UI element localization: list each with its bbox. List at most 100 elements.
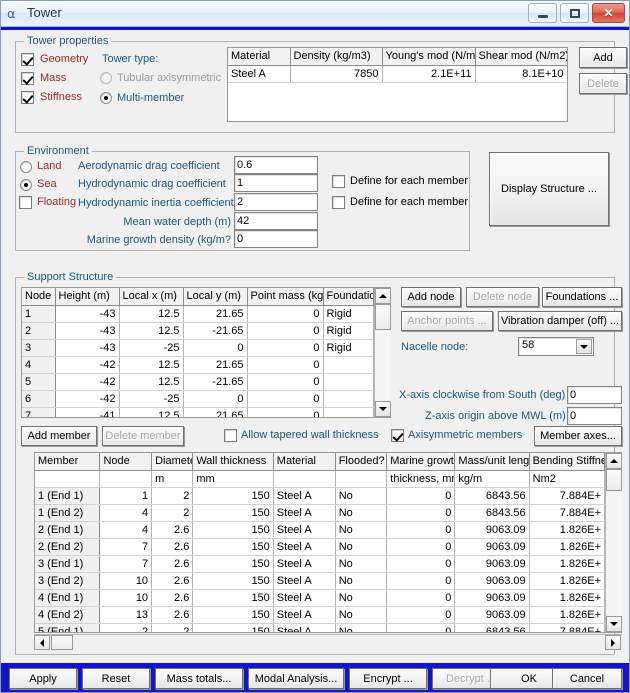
table-cell: 7.884E+: [529, 623, 606, 632]
radio-sea[interactable]: [20, 179, 32, 191]
z-axis-label: Z-axis origin above MWL (m): [425, 410, 566, 422]
display-structure-button[interactable]: Display Structure ...: [489, 152, 609, 226]
table-cell: 1.826E+: [529, 555, 606, 573]
member-table-vscrollbar[interactable]: [605, 453, 622, 632]
z-axis-input[interactable]: 0: [567, 407, 622, 425]
table-row[interactable]: 3 -43 -25 0 0 Rigid: [22, 339, 374, 357]
checkbox-mass[interactable]: [21, 72, 34, 85]
table-cell: 150: [192, 504, 274, 522]
anchor-points-button[interactable]: Anchor points ...: [401, 311, 493, 331]
table-row[interactable]: 4 (End 2) 13 2.6 150 Steel A No 0 9063.09 1.826E…: [35, 606, 606, 624]
member-scroll-thumb[interactable]: [606, 469, 622, 491]
input-hydrodynamic-inertia[interactable]: 2: [234, 193, 318, 211]
delete-member-button[interactable]: Delete member: [102, 426, 184, 446]
table-row[interactable]: 1 (End 1) 1 2 150 Steel A No 0 6843.56 7.884E+: [35, 487, 606, 505]
table-row[interactable]: 3 (End 2) 10 2.6 150 Steel A No 0 9063.09 1.826E…: [35, 572, 606, 590]
radio-land[interactable]: [20, 161, 32, 173]
table-row[interactable]: 7 -41 12.5 21.65 0: [22, 407, 374, 417]
input-mean-water-depth[interactable]: 42: [234, 212, 318, 230]
checkbox-define-each-member-drag[interactable]: [332, 175, 345, 188]
label-geometry: Geometry: [40, 53, 89, 65]
node-scroll-down-button[interactable]: [375, 401, 391, 417]
member-scroll-up-button[interactable]: [606, 453, 622, 469]
node-scroll-up-button[interactable]: [375, 288, 391, 304]
table-cell: 1 (End 2): [35, 504, 101, 522]
x-axis-input[interactable]: 0: [567, 386, 622, 404]
checkbox-allow-tapered-wall-thickness[interactable]: [224, 429, 237, 442]
checkbox-define-each-member-inertia[interactable]: [332, 196, 345, 209]
cancel-button[interactable]: Cancel: [552, 668, 622, 689]
member-scroll-left-button[interactable]: [34, 635, 50, 650]
table-cell: 0: [247, 407, 324, 417]
member-scroll-track[interactable]: [606, 469, 622, 616]
table-cell: 150: [192, 606, 274, 624]
node-scroll-thumb[interactable]: [375, 304, 391, 330]
add-member-button[interactable]: Add member: [21, 426, 97, 446]
table-row[interactable]: 2 -43 12.5 -21.65 0 Rigid: [22, 322, 374, 340]
table-cell: 9063.09: [454, 589, 530, 607]
input-hydrodynamic-drag[interactable]: 1: [234, 174, 318, 192]
member-axes-button[interactable]: Member axes...: [534, 426, 622, 446]
table-row[interactable]: 2 (End 1) 4 2.6 150 Steel A No 0 9063.09 1.826E+: [35, 521, 606, 539]
checkbox-geometry[interactable]: [21, 53, 34, 66]
nacelle-node-label: Nacelle node:: [401, 341, 469, 353]
apply-button[interactable]: Apply: [9, 668, 77, 689]
foundations-button[interactable]: Foundations ...: [542, 287, 622, 307]
table-cell: 21.65: [183, 305, 248, 323]
member-hscroll-thumb[interactable]: [51, 635, 73, 650]
table-row[interactable]: 4 (End 1) 10 2.6 150 Steel A No 0 9063.09 1.826E…: [35, 589, 606, 607]
table-row[interactable]: 3 (End 1) 7 2.6 150 Steel A No 0 9063.09 1.826E+: [35, 555, 606, 573]
close-button[interactable]: ✕: [592, 3, 625, 23]
vibration-damper-button[interactable]: Vibration damper (off) ...: [498, 311, 622, 331]
table-cell: 7: [22, 407, 56, 417]
member-table-column-header: Mass/unit length: [454, 453, 530, 471]
node-table-vscrollbar[interactable]: [374, 288, 391, 417]
nacelle-node-combo[interactable]: 58: [518, 337, 594, 356]
table-row[interactable]: 2 (End 2) 7 2.6 150 Steel A No 0 9063.09 1.826E+: [35, 538, 606, 556]
node-col-node: Node: [22, 288, 56, 306]
material-table[interactable]: Material Density (kg/m3) Young's mod (N/…: [227, 47, 568, 122]
modal-analysis-button[interactable]: Modal Analysis...: [248, 668, 344, 689]
member-table[interactable]: Member Node Diamete Wall thickness Material F…: [34, 452, 622, 633]
member-table-hscrollbar[interactable]: [34, 634, 622, 650]
minimize-button[interactable]: [528, 3, 557, 23]
radio-tubular-axisymmetric[interactable]: [100, 72, 112, 84]
label-hydrodynamic-inertia: Hydrodynamic inertia coefficient: [78, 197, 234, 209]
member-table-column-header: Diamete: [151, 453, 194, 471]
add-node-button[interactable]: Add node: [401, 287, 461, 307]
table-row[interactable]: 1 (End 2) 4 2 150 Steel A No 0 6843.56 7.884E+: [35, 504, 606, 522]
label-mean-water-depth: Mean water depth (m): [123, 216, 231, 228]
table-row[interactable]: 1 -43 12.5 21.65 0 Rigid: [22, 305, 374, 323]
checkbox-stiffness[interactable]: [21, 91, 34, 104]
member-scroll-right-button[interactable]: [605, 635, 621, 650]
table-row[interactable]: 5 (End 1) 2 2 150 Steel A No 0 6843.56 7.884E+: [35, 623, 606, 632]
checkbox-axisymmetric-members[interactable]: [391, 429, 404, 442]
mass-totals-button[interactable]: Mass totals...: [155, 668, 243, 689]
member-table-unit-header: mm: [192, 470, 274, 488]
table-cell: 3 (End 1): [35, 555, 101, 573]
table-row[interactable]: 4 -42 12.5 21.65 0: [22, 356, 374, 374]
combo-arrow-button[interactable]: [576, 339, 592, 354]
member-table-column-header: Material: [273, 453, 336, 471]
delete-node-button[interactable]: Delete node: [466, 287, 539, 307]
table-row[interactable]: 6 -42 -25 0 0: [22, 390, 374, 408]
delete-material-button[interactable]: Delete: [579, 73, 627, 94]
table-cell: 13: [99, 606, 153, 624]
add-material-button[interactable]: Add: [579, 47, 627, 68]
node-table[interactable]: Node Height (m) Local x (m) Local y (m) …: [21, 287, 391, 418]
table-row[interactable]: Steel A 7850 2.1E+11 8.1E+10: [228, 65, 567, 83]
table-cell: 1.826E+: [529, 521, 606, 539]
input-marine-growth-density[interactable]: 0: [234, 230, 318, 248]
input-aerodynamic-drag[interactable]: 0.6: [234, 156, 318, 174]
table-cell: 0: [247, 373, 324, 391]
maximize-button[interactable]: [560, 3, 589, 23]
member-scroll-down-button[interactable]: [606, 616, 622, 632]
radio-multi-member[interactable]: [100, 92, 112, 104]
table-row[interactable]: 5 -42 12.5 -21.65 0: [22, 373, 374, 391]
table-cell: 2 (End 1): [35, 521, 101, 539]
table-cell: 6843.56: [454, 623, 530, 632]
encrypt-button[interactable]: Encrypt ...: [349, 668, 427, 689]
checkbox-floating[interactable]: [19, 196, 32, 209]
reset-button[interactable]: Reset: [82, 668, 150, 689]
table-cell: 0: [386, 504, 456, 522]
